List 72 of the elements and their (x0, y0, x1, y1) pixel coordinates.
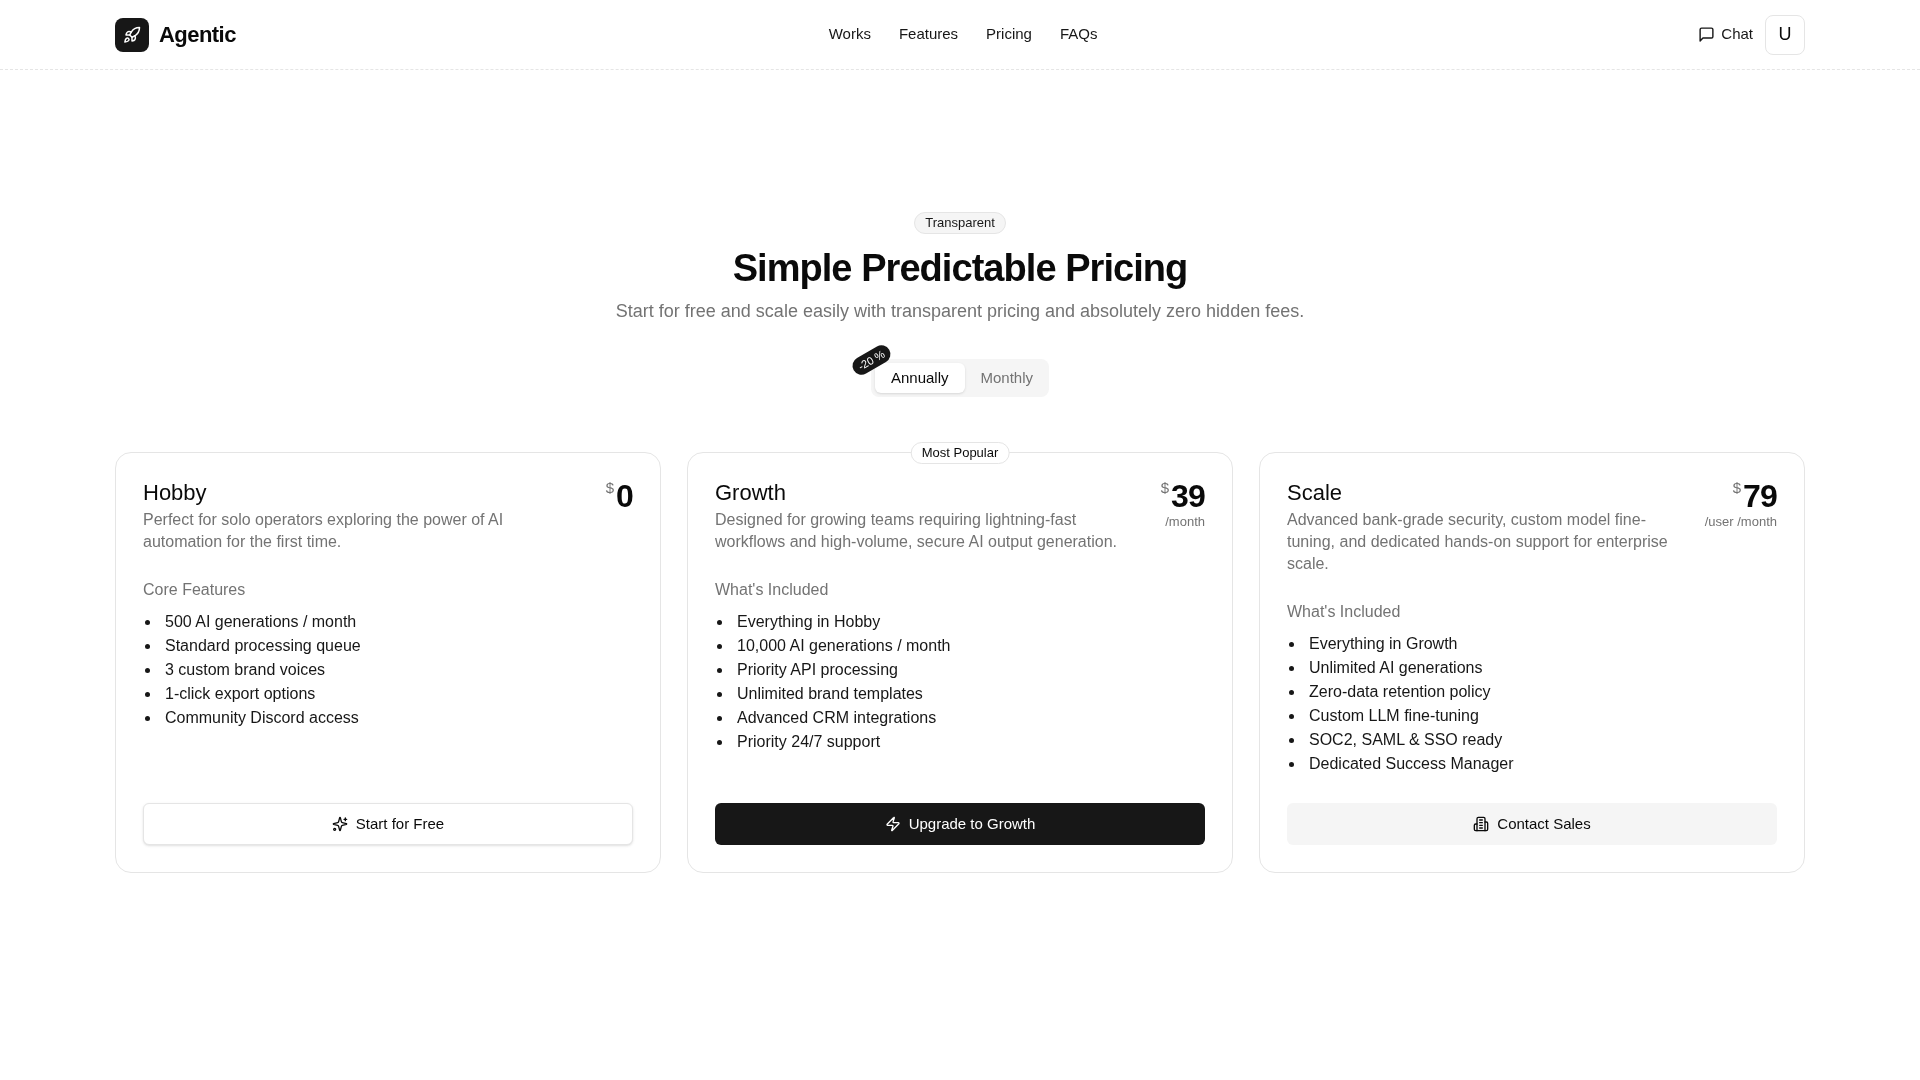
billing-option-tab[interactable]: Monthly (968, 363, 1046, 393)
nav-link[interactable]: Works (828, 23, 871, 46)
feature-item: Priority 24/7 support (737, 732, 881, 752)
features-heading: What's Included (715, 580, 830, 600)
plan-name: Scale (1287, 479, 1344, 507)
bullet-icon (717, 643, 722, 649)
bullet-icon (145, 643, 150, 649)
bullet-icon (1289, 641, 1294, 647)
billing-period: /month (1165, 513, 1205, 531)
nav-link[interactable]: Pricing (986, 23, 1032, 46)
bullet-icon (1289, 689, 1294, 695)
bullet-icon (145, 667, 150, 673)
section-badge: Transparent (914, 212, 1006, 234)
bullet-icon (145, 715, 150, 721)
feature-item: 3 custom brand voices (165, 660, 326, 680)
user-avatar-button[interactable]: U (1765, 14, 1805, 55)
plan-cta-button[interactable]: Contact Sales (1287, 803, 1777, 845)
bullet-icon (145, 691, 150, 697)
price-amount: 79 (1743, 479, 1777, 513)
bullet-icon (717, 715, 722, 721)
plan-name: Hobby (143, 479, 208, 507)
feature-item: Advanced CRM integrations (737, 708, 937, 728)
page-subtitle: Start for free and scale easily with transparent pricing and absolutely zero hidden fees. (615, 300, 1305, 323)
plan-cta-button[interactable]: Start for Free (143, 803, 633, 845)
currency-symbol: $ (1732, 479, 1741, 497)
currency-symbol: $ (1160, 479, 1169, 497)
bullet-icon (717, 739, 722, 745)
feature-item: Unlimited AI generations (1309, 658, 1483, 678)
feature-item: 10,000 AI generations / month (737, 636, 951, 656)
brand-name[interactable]: Agentic (159, 18, 236, 51)
bullet-icon (717, 691, 722, 697)
feature-item: Dedicated Success Manager (1309, 754, 1514, 774)
feature-item: Priority API processing (737, 660, 898, 680)
bullet-icon (1289, 665, 1294, 671)
nav-link[interactable]: FAQs (1059, 23, 1098, 46)
bullet-icon (1289, 713, 1294, 719)
page-title: Simple Predictable Pricing (732, 246, 1188, 291)
feature-item: Everything in Hobby (737, 612, 881, 632)
lightning-icon (884, 816, 901, 832)
plan-name: Growth (715, 479, 787, 507)
message-icon (1698, 26, 1716, 43)
plan-description: Advanced bank-grade security, custom model fine-tuning, and dedicated hands-on support for enterprise scale. (1287, 510, 1669, 574)
feature-item: Unlimited brand templates (737, 684, 923, 704)
feature-item: SOC2, SAML & SSO ready (1309, 730, 1503, 750)
price-amount: 0 (616, 479, 633, 513)
bullet-icon (1289, 737, 1294, 743)
feature-item: Custom LLM fine-tuning (1309, 706, 1479, 726)
feature-item: Everything in Growth (1309, 634, 1458, 654)
building-icon (1473, 816, 1490, 832)
feature-item: Standard processing queue (165, 636, 361, 656)
plan-cta-button[interactable]: Upgrade to Growth (715, 803, 1205, 845)
chat-button[interactable]: Chat (1690, 16, 1761, 53)
currency-symbol: $ (605, 479, 614, 497)
feature-item: 1-click export options (165, 684, 316, 704)
features-heading: Core Features (143, 580, 247, 600)
bullet-icon (717, 667, 722, 673)
feature-item: 500 AI generations / month (165, 612, 357, 632)
plan-description: Perfect for solo operators exploring the power of AI automation for the first time. (143, 510, 505, 552)
bullet-icon (1289, 761, 1294, 767)
bullet-icon (717, 619, 722, 625)
popular-badge: Most Popular (910, 442, 1010, 464)
feature-item: Community Discord access (165, 708, 359, 728)
feature-item: Zero-data retention policy (1309, 682, 1491, 702)
billing-period: /user /month (1704, 513, 1777, 531)
price-amount: 39 (1171, 479, 1205, 513)
plan-description: Designed for growing teams requiring lightning-fast workflows and high-volume, secure AI output generation. (715, 510, 1118, 552)
nav-link[interactable]: Features (898, 23, 959, 46)
billing-option-tab[interactable]: Annually (874, 363, 965, 393)
sparkles-icon (331, 816, 348, 832)
features-heading: What's Included (1287, 602, 1402, 622)
bullet-icon (145, 619, 150, 625)
rocket-logo-icon[interactable] (115, 17, 149, 52)
